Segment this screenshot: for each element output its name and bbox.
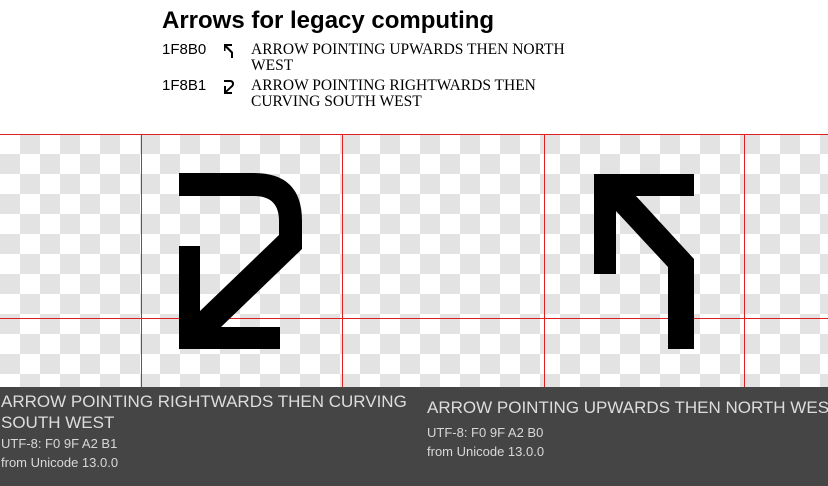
glyph-info-1f8b1: ARROW POINTING RIGHTWARDS THEN CURVING S… xyxy=(1,391,411,472)
glyph-info-1f8b0: ARROW POINTING UPWARDS THEN NORTH WEST U… xyxy=(427,397,828,461)
guide-line-vertical xyxy=(342,134,343,387)
glyph-info-panel: ARROW POINTING RIGHTWARDS THEN CURVING S… xyxy=(0,387,828,486)
entry-code: 1F8B0 xyxy=(162,41,207,58)
entry-code: 1F8B1 xyxy=(162,77,207,94)
guide-line-vertical xyxy=(744,134,745,387)
guide-line-vertical xyxy=(141,134,142,387)
block-title: Arrows for legacy computing xyxy=(162,7,495,34)
arrow-right-then-curving-southwest-icon xyxy=(222,78,236,94)
guide-line-horizontal xyxy=(0,134,828,135)
utf8-bytes: UTF-8: F0 9F A2 B1 xyxy=(1,436,118,451)
arrow-right-then-curving-southwest-icon xyxy=(179,173,302,349)
entry-name: ARROW POINTING RIGHTWARDS THEN CURVING S… xyxy=(251,77,536,110)
unicode-version: from Unicode 13.0.0 xyxy=(427,444,545,459)
character-name: ARROW POINTING UPWARDS THEN NORTH WEST xyxy=(427,398,828,417)
arrow-up-then-northwest-icon xyxy=(222,42,236,58)
arrow-up-then-northwest-icon xyxy=(594,174,694,349)
utf8-bytes: UTF-8: F0 9F A2 B0 xyxy=(427,425,544,440)
unicode-version: from Unicode 13.0.0 xyxy=(1,455,119,470)
glyph-preview-area xyxy=(0,134,828,387)
unicode-chart-page: Arrows for legacy computing 1F8B0 ARROW … xyxy=(0,0,828,486)
entry-name: ARROW POINTING UPWARDS THEN NORTH WEST xyxy=(251,41,565,74)
guide-line-horizontal xyxy=(0,318,828,319)
character-name: ARROW POINTING RIGHTWARDS THEN CURVING S… xyxy=(1,392,407,432)
guide-line-vertical xyxy=(544,134,545,387)
